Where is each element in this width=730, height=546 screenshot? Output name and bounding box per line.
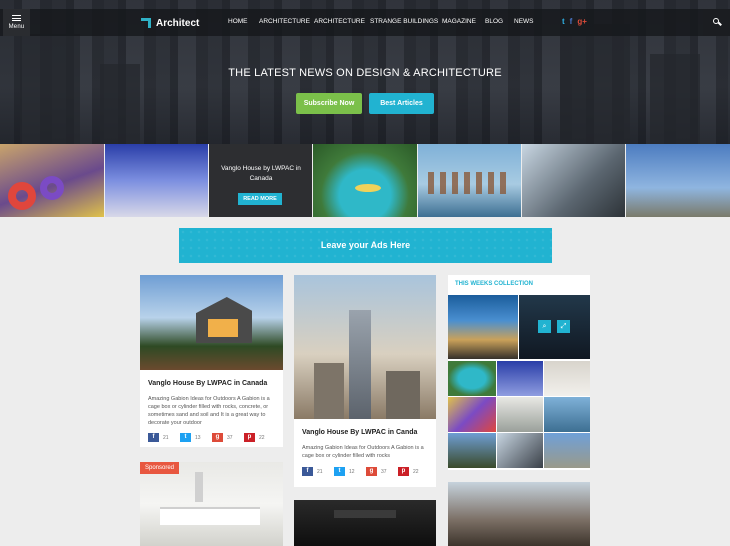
facebook-icon: f bbox=[148, 433, 159, 442]
article-image[interactable] bbox=[140, 462, 283, 546]
expand-icon[interactable]: ⤢ bbox=[557, 320, 570, 333]
top-navigation-bar bbox=[0, 9, 730, 36]
collection-thumb[interactable] bbox=[448, 295, 518, 359]
strip-tile-pool[interactable] bbox=[313, 144, 417, 217]
featured-strip: Vanglo House by LWPAC in Canada READ MOR… bbox=[0, 144, 730, 217]
logo-text: Architect bbox=[156, 17, 200, 29]
googleplus-share-button[interactable]: g 37 bbox=[212, 433, 244, 442]
pinterest-share-button[interactable]: p 22 bbox=[398, 467, 430, 476]
article-excerpt: Amazing Gabion Ideas for Outdoors A Gabi… bbox=[302, 445, 424, 459]
facebook-share-button[interactable]: f 21 bbox=[148, 433, 180, 442]
collection-thumb[interactable] bbox=[497, 397, 543, 432]
share-bar: f 21 t 13 g 37 p 22 bbox=[148, 433, 276, 442]
strip-tile-playroom[interactable] bbox=[0, 144, 104, 217]
collection-thumb[interactable] bbox=[544, 433, 590, 468]
nav-item-strange-buildings[interactable]: STRANGE BUILDINGS bbox=[370, 18, 438, 25]
nav-item-magazine[interactable]: MAGAZINE bbox=[442, 18, 476, 25]
twitter-icon[interactable]: t bbox=[562, 17, 565, 26]
collection-thumb[interactable] bbox=[497, 433, 543, 468]
collection-thumb[interactable]: ⌕ ⤢ bbox=[519, 295, 590, 359]
pinterest-icon: p bbox=[398, 467, 409, 476]
hero-headline: THE LATEST NEWS ON DESIGN & ARCHITECTURE bbox=[228, 67, 502, 79]
article-card: Vanglo House By LWPAC in Canda Amazing G… bbox=[294, 275, 436, 487]
nav-item-blog[interactable]: BLOG bbox=[485, 18, 503, 25]
pinterest-share-button[interactable]: p 22 bbox=[244, 433, 276, 442]
search-button[interactable] bbox=[703, 9, 730, 36]
googleplus-count: 37 bbox=[227, 434, 233, 441]
article-image[interactable] bbox=[140, 275, 283, 370]
read-more-button[interactable]: READ MORE bbox=[238, 193, 282, 205]
twitter-share-button[interactable]: t 13 bbox=[180, 433, 212, 442]
facebook-count: 21 bbox=[163, 434, 169, 441]
hamburger-icon bbox=[12, 15, 21, 21]
article-title[interactable]: Vanglo House By LWPAC in Canada bbox=[148, 380, 267, 387]
article-card[interactable] bbox=[448, 482, 590, 546]
menu-button[interactable]: Menu bbox=[3, 9, 30, 36]
googleplus-count: 37 bbox=[381, 468, 387, 475]
social-links: t f g+ bbox=[562, 17, 587, 26]
strip-tile-horses[interactable] bbox=[418, 144, 521, 217]
search-icon-handle bbox=[718, 21, 722, 26]
weekly-collection: THIS WEEKS COLLECTION ⌕ ⤢ bbox=[448, 275, 590, 470]
menu-label: Menu bbox=[8, 24, 25, 30]
sponsored-card: Sponsored bbox=[140, 462, 283, 546]
google-plus-icon: g bbox=[366, 467, 377, 476]
strip-tile-featured[interactable]: Vanglo House by LWPAC in Canada READ MOR… bbox=[209, 144, 312, 217]
collection-thumb[interactable] bbox=[497, 361, 543, 396]
collection-thumb[interactable] bbox=[544, 361, 590, 396]
best-articles-button[interactable]: Best Articles bbox=[369, 93, 434, 114]
article-title[interactable]: Vanglo House By LWPAC in Canda bbox=[302, 429, 417, 436]
nav-item-architecture[interactable]: ARCHITECTURE bbox=[259, 18, 310, 25]
twitter-count: 12 bbox=[349, 468, 355, 475]
article-card bbox=[294, 500, 436, 546]
facebook-count: 21 bbox=[317, 468, 323, 475]
strip-tile-tower[interactable] bbox=[522, 144, 625, 217]
share-bar: f 21 t 12 g 37 p 22 bbox=[302, 467, 430, 476]
pinterest-count: 22 bbox=[259, 434, 265, 441]
facebook-icon: f bbox=[302, 467, 313, 476]
sponsored-badge: Sponsored bbox=[140, 462, 179, 474]
twitter-count: 13 bbox=[195, 434, 201, 441]
pinterest-icon: p bbox=[244, 433, 255, 442]
collection-thumb[interactable] bbox=[448, 361, 496, 396]
googleplus-share-button[interactable]: g 37 bbox=[366, 467, 398, 476]
ad-banner[interactable]: Leave your Ads Here bbox=[179, 228, 552, 263]
twitter-share-button[interactable]: t 12 bbox=[334, 467, 366, 476]
strip-tile-hall[interactable] bbox=[105, 144, 208, 217]
hero-building bbox=[20, 34, 80, 144]
article-card: Vanglo House By LWPAC in Canada Amazing … bbox=[140, 275, 283, 447]
google-plus-icon[interactable]: g+ bbox=[577, 17, 587, 26]
article-image[interactable] bbox=[294, 275, 436, 419]
article-image[interactable] bbox=[294, 500, 436, 546]
collection-thumb[interactable] bbox=[544, 397, 590, 432]
zoom-icon[interactable]: ⌕ bbox=[538, 320, 551, 333]
subscribe-button[interactable]: Subscribe Now bbox=[296, 93, 362, 114]
strip-overlay: Vanglo House by LWPAC in Canada READ MOR… bbox=[209, 144, 312, 217]
pinterest-count: 22 bbox=[413, 468, 419, 475]
site-logo[interactable]: Architect bbox=[141, 16, 199, 30]
google-plus-icon: g bbox=[212, 433, 223, 442]
collection-thumb[interactable] bbox=[448, 433, 496, 468]
collection-heading: THIS WEEKS COLLECTION bbox=[455, 281, 533, 287]
nav-item-home[interactable]: HOME bbox=[228, 18, 248, 25]
twitter-icon: t bbox=[334, 467, 345, 476]
twitter-icon: t bbox=[180, 433, 191, 442]
nav-item-architecture-2[interactable]: ARCHITECTURE bbox=[314, 18, 365, 25]
facebook-share-button[interactable]: f 21 bbox=[302, 467, 334, 476]
strip-overlay-title: Vanglo House by LWPAC in Canada bbox=[221, 165, 301, 182]
hero-building bbox=[560, 24, 630, 144]
collection-thumb[interactable] bbox=[448, 397, 496, 432]
facebook-icon[interactable]: f bbox=[570, 17, 573, 26]
logo-mark-icon bbox=[141, 18, 151, 28]
nav-item-news[interactable]: NEWS bbox=[514, 18, 534, 25]
article-excerpt: Amazing Gabion Ideas for Outdoors A Gabi… bbox=[148, 396, 270, 426]
strip-tile-stadium[interactable] bbox=[626, 144, 730, 217]
